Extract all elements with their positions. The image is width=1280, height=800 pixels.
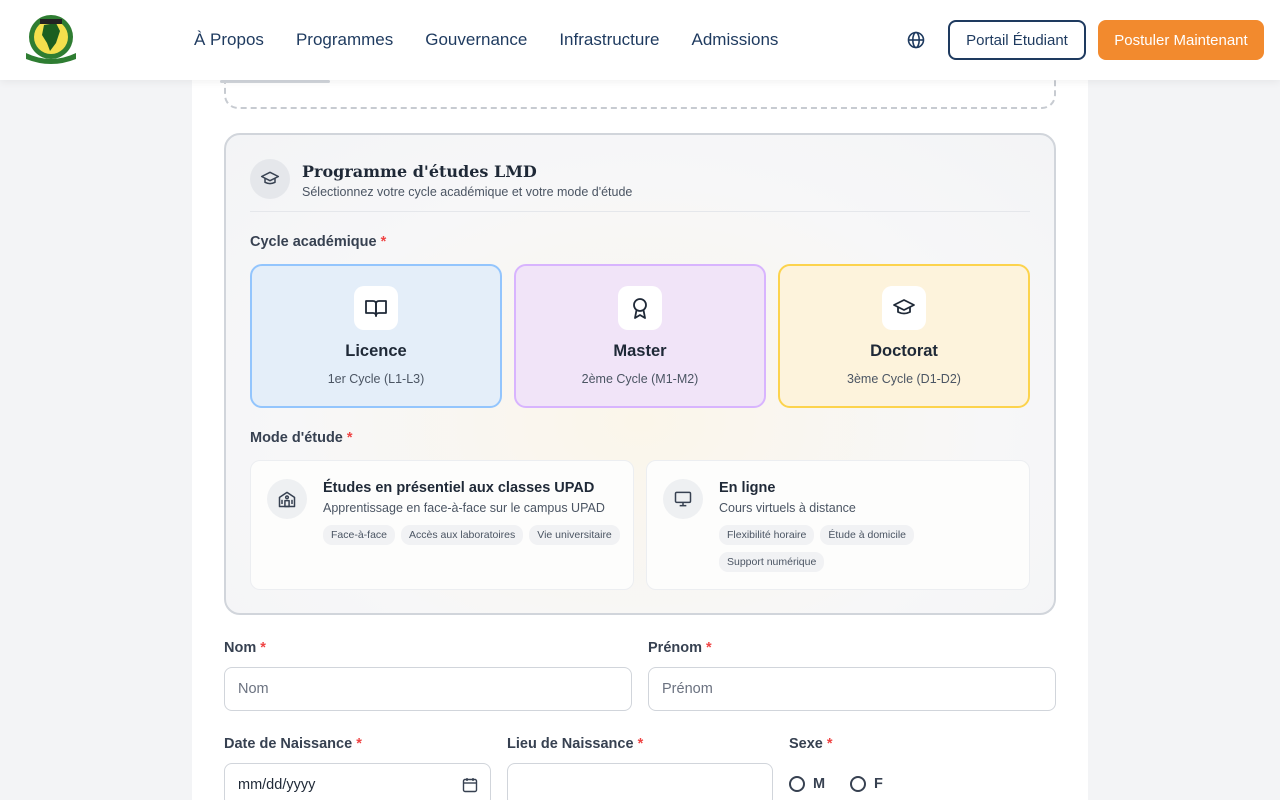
upload-button-edge [220,80,330,83]
nav-link-admissions[interactable]: Admissions [691,30,778,50]
sexe-radio-m[interactable]: M [789,776,825,792]
program-section: Programme d'études LMD Sélectionnez votr… [224,133,1056,615]
dob-value: mm/dd/yyyy [238,777,316,793]
globe-icon[interactable] [906,30,926,50]
nav-link-gouvernance[interactable]: Gouvernance [425,30,527,50]
program-title: Programme d'études LMD [302,162,537,181]
dob-input[interactable]: mm/dd/yyyy [224,763,491,800]
mode-option-presentiel[interactable]: Études en présentiel aux classes UPAD Ap… [250,460,634,590]
nav-link-a-propos[interactable]: À Propos [194,30,264,50]
divider [250,211,1030,212]
student-portal-button[interactable]: Portail Étudiant [948,20,1086,60]
prenom-input[interactable] [648,667,1056,711]
cycle-option-master[interactable]: Master 2ème Cycle (M1-M2) [514,264,766,408]
mode-name: En ligne [719,480,776,496]
graduation-cap-icon [882,286,926,330]
mode-tag: Support numérique [719,552,825,572]
mode-tag: Face-à-face [323,525,396,545]
mode-label: Mode d'étude * [250,430,353,446]
calendar-icon[interactable] [462,777,478,793]
cycle-name: Doctorat [870,342,938,360]
mode-tag: Vie universitaire [529,525,620,545]
mode-tag: Étude à domicile [820,525,915,545]
mode-tag: Accès aux laboratoires [401,525,524,545]
nom-input[interactable] [224,667,632,711]
pob-input[interactable] [507,763,773,800]
radio-circle[interactable] [850,776,866,792]
school-building-icon [267,479,307,519]
mode-tags: Face-à-face Accès aux laboratoires Vie u… [323,525,623,545]
prenom-label: Prénom * [648,640,712,656]
apply-now-button[interactable]: Postuler Maintenant [1098,20,1264,60]
mode-detail: Cours virtuels à distance [719,501,856,515]
cycle-detail: 2ème Cycle (M1-M2) [581,372,699,386]
cycle-option-doctorat[interactable]: Doctorat 3ème Cycle (D1-D2) [778,264,1030,408]
mode-tag: Flexibilité horaire [719,525,815,545]
book-open-icon [354,286,398,330]
cycle-detail: 3ème Cycle (D1-D2) [847,372,961,386]
site-header: À Propos Programmes Gouvernance Infrastr… [0,0,1280,80]
monitor-icon [663,479,703,519]
mode-detail: Apprentissage en face-à-face sur le camp… [323,501,605,515]
mode-option-en-ligne[interactable]: En ligne Cours virtuels à distance Flexi… [646,460,1030,590]
program-subtitle: Sélectionnez votre cycle académique et v… [302,185,633,199]
nom-label: Nom * [224,640,266,656]
radio-label: M [813,776,826,792]
cycle-name: Licence [345,342,407,360]
main-nav: À Propos Programmes Gouvernance Infrastr… [194,0,778,80]
award-icon [618,286,662,330]
sexe-label: Sexe * [789,736,833,752]
radio-label: F [874,776,883,792]
mode-name: Études en présentiel aux classes UPAD [323,480,595,496]
cycle-name: Master [613,342,667,360]
cycle-label: Cycle académique * [250,234,387,250]
radio-circle[interactable] [789,776,805,792]
sexe-radio-f[interactable]: F [850,776,883,792]
graduation-cap-icon [250,159,290,199]
application-form-card: Programme d'études LMD Sélectionnez votr… [192,0,1088,800]
dob-label: Date de Naissance * [224,736,362,752]
university-logo[interactable] [20,13,82,65]
nav-link-infrastructure[interactable]: Infrastructure [559,30,659,50]
cycle-detail: 1er Cycle (L1-L3) [327,372,425,386]
mode-tags: Flexibilité horaire Étude à domicile Sup… [719,525,1019,572]
pob-label: Lieu de Naissance * [507,736,644,752]
cycle-option-licence[interactable]: Licence 1er Cycle (L1-L3) [250,264,502,408]
nav-link-programmes[interactable]: Programmes [296,30,393,50]
